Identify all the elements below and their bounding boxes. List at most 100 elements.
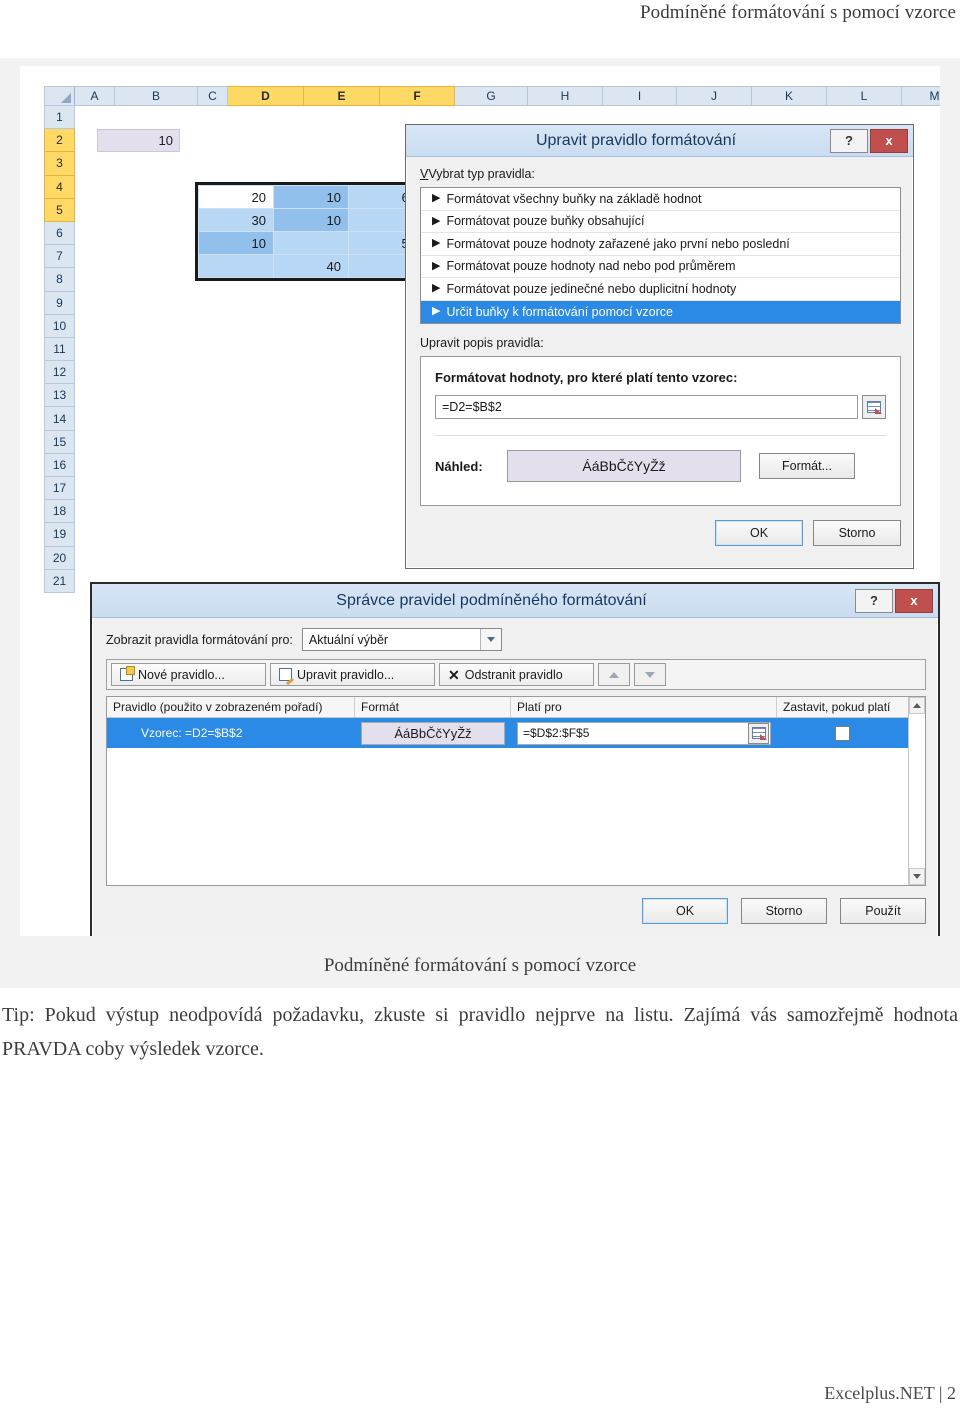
grid-arrow-icon [751,727,767,740]
column-header-g[interactable]: G [455,86,528,106]
cancel-button[interactable]: Storno [813,520,901,546]
row-header-9[interactable]: 9 [44,291,75,315]
row-header-15[interactable]: 15 [44,430,75,454]
rule-type-option-3[interactable]: ▶ Formátovat pouze hodnoty nad nebo pod … [421,256,900,278]
triangle-right-icon: ▶ [432,305,441,318]
column-header-d[interactable]: D [228,86,304,106]
column-header-h[interactable]: H [528,86,603,106]
figure-caption: Podmíněné formátování s pomocí vzorce [0,944,960,988]
column-header-m[interactable]: M [902,86,940,106]
formula-row: =D2=$B$2 [435,395,886,419]
cell-d2[interactable]: 20 [198,185,274,209]
format-button[interactable]: Formát... [759,453,855,479]
row-header-7[interactable]: 7 [44,245,75,269]
cell-d5[interactable] [198,254,274,278]
range-picker-icon[interactable] [748,722,769,744]
row-header-18[interactable]: 18 [44,500,75,524]
triangle-right-icon: ▶ [432,214,441,227]
dialog-title: Upravit pravidlo formátování [535,131,737,149]
scroll-up-button[interactable] [909,697,925,714]
rule-type-option-4[interactable]: ▶ Formátovat pouze jedinečné nebo duplic… [421,278,900,301]
cell-d3[interactable]: 30 [198,208,274,232]
row-header-21[interactable]: 21 [44,569,75,593]
row-header-16[interactable]: 16 [44,453,75,477]
selected-range-d2-f5[interactable]: 20 10 60 30 10 10 50 40 [195,182,428,282]
cell-e3[interactable]: 10 [273,208,349,232]
column-header-i[interactable]: I [603,86,677,106]
move-rule-up-button[interactable] [598,663,630,686]
delete-rule-button[interactable]: ✕ Odstranit pravidlo [439,663,594,686]
range-table: 20 10 60 30 10 10 50 40 [198,185,424,278]
row-header-13[interactable]: 13 [44,384,75,408]
ok-button[interactable]: OK [642,898,728,924]
manager-button-row: OK Storno Použít [106,898,926,924]
applies-to-input[interactable]: =$D$2:$F$5 [517,721,771,745]
rule-type-option-5[interactable]: ▶ Určit buňky k formátování pomocí vzorc… [421,300,900,323]
cell-b2[interactable]: 10 [97,129,180,152]
scope-select[interactable]: Aktuální výběr [301,628,502,651]
row-header-17[interactable]: 17 [44,477,75,501]
triangle-right-icon: ▶ [432,192,441,205]
row-header-20[interactable]: 20 [44,546,75,570]
rule-type-option-1[interactable]: ▶ Formátovat pouze buňky obsahující [421,211,900,233]
cell-d4[interactable]: 10 [198,231,274,255]
ok-button[interactable]: OK [715,520,803,546]
close-icon[interactable]: x [870,128,908,153]
manager-dialog-title: Správce pravidel podmíněného formátování [336,591,647,609]
manager-titlebar[interactable]: Správce pravidel podmíněného formátování… [92,584,938,618]
table-row[interactable]: Vzorec: =D2=$B$2 ÁáBbČčYyŽž =$D$2:$F$5 [107,718,925,748]
scroll-down-button[interactable] [909,868,925,885]
chevron-down-icon[interactable] [479,629,501,650]
rules-grid-scrollbar[interactable] [908,697,925,885]
cancel-button[interactable]: Storno [741,898,827,924]
row-header-5[interactable]: 5 [44,198,75,222]
apply-button[interactable]: Použít [840,898,926,924]
rules-grid-header: Pravidlo (použito v zobrazeném pořadí) F… [107,697,925,718]
row-header-12[interactable]: 12 [44,361,75,385]
range-picker-icon[interactable] [862,395,886,419]
column-header-row: A B C D E F G H I J K L M [44,86,940,106]
show-rules-for-label: Zobrazit pravidla formátování pro: [106,632,293,647]
chevron-up-icon [913,703,921,708]
new-rule-icon [120,666,135,681]
dialog-titlebar[interactable]: Upravit pravidlo formátování ? x [406,125,913,157]
column-header-f[interactable]: F [380,86,455,106]
row-header-1[interactable]: 1 [44,106,75,130]
divider [435,435,886,436]
cell-e4[interactable] [273,231,349,255]
row-header-3[interactable]: 3 [44,152,75,176]
column-header-applies-to: Platí pro [511,697,777,717]
close-icon[interactable]: x [895,588,933,613]
row-header-8[interactable]: 8 [44,268,75,292]
help-button[interactable]: ? [855,588,893,613]
rule-type-list[interactable]: ▶ Formátovat všechny buňky na základě ho… [420,187,901,324]
stop-if-true-checkbox[interactable] [835,725,850,741]
column-header-c[interactable]: C [198,86,228,106]
row-header-19[interactable]: 19 [44,523,75,547]
rule-type-option-0[interactable]: ▶ Formátovat všechny buňky na základě ho… [421,188,900,211]
row-header-2[interactable]: 2 [44,129,75,153]
column-header-e[interactable]: E [304,86,380,106]
cell-e2[interactable]: 10 [273,185,349,209]
cell-e5[interactable]: 40 [273,254,349,278]
column-header-a[interactable]: A [75,86,115,106]
rule-type-option-2[interactable]: ▶ Formátovat pouze hodnoty zařazené jako… [421,233,900,256]
select-all-corner[interactable] [44,86,75,106]
column-header-k[interactable]: K [752,86,827,106]
row-header-11[interactable]: 11 [44,337,75,362]
new-rule-button[interactable]: Nové pravidlo... [111,663,266,686]
arrow-down-icon [645,671,655,678]
column-header-b[interactable]: B [115,86,198,106]
formula-input[interactable]: =D2=$B$2 [435,395,858,419]
row-header-10[interactable]: 10 [44,314,75,338]
help-button[interactable]: ? [830,128,868,153]
column-header-j[interactable]: J [677,86,752,106]
dialog-button-row: OK Storno [420,520,901,546]
edit-rule-button[interactable]: Upravit pravidlo... [270,663,435,686]
row-header-14[interactable]: 14 [44,407,75,431]
move-rule-down-button[interactable] [634,663,666,686]
column-header-l[interactable]: L [827,86,902,106]
row-header-6[interactable]: 6 [44,221,75,246]
rule-type-label: Formátovat pouze jedinečné nebo duplicit… [446,281,737,296]
row-header-4[interactable]: 4 [44,175,75,199]
